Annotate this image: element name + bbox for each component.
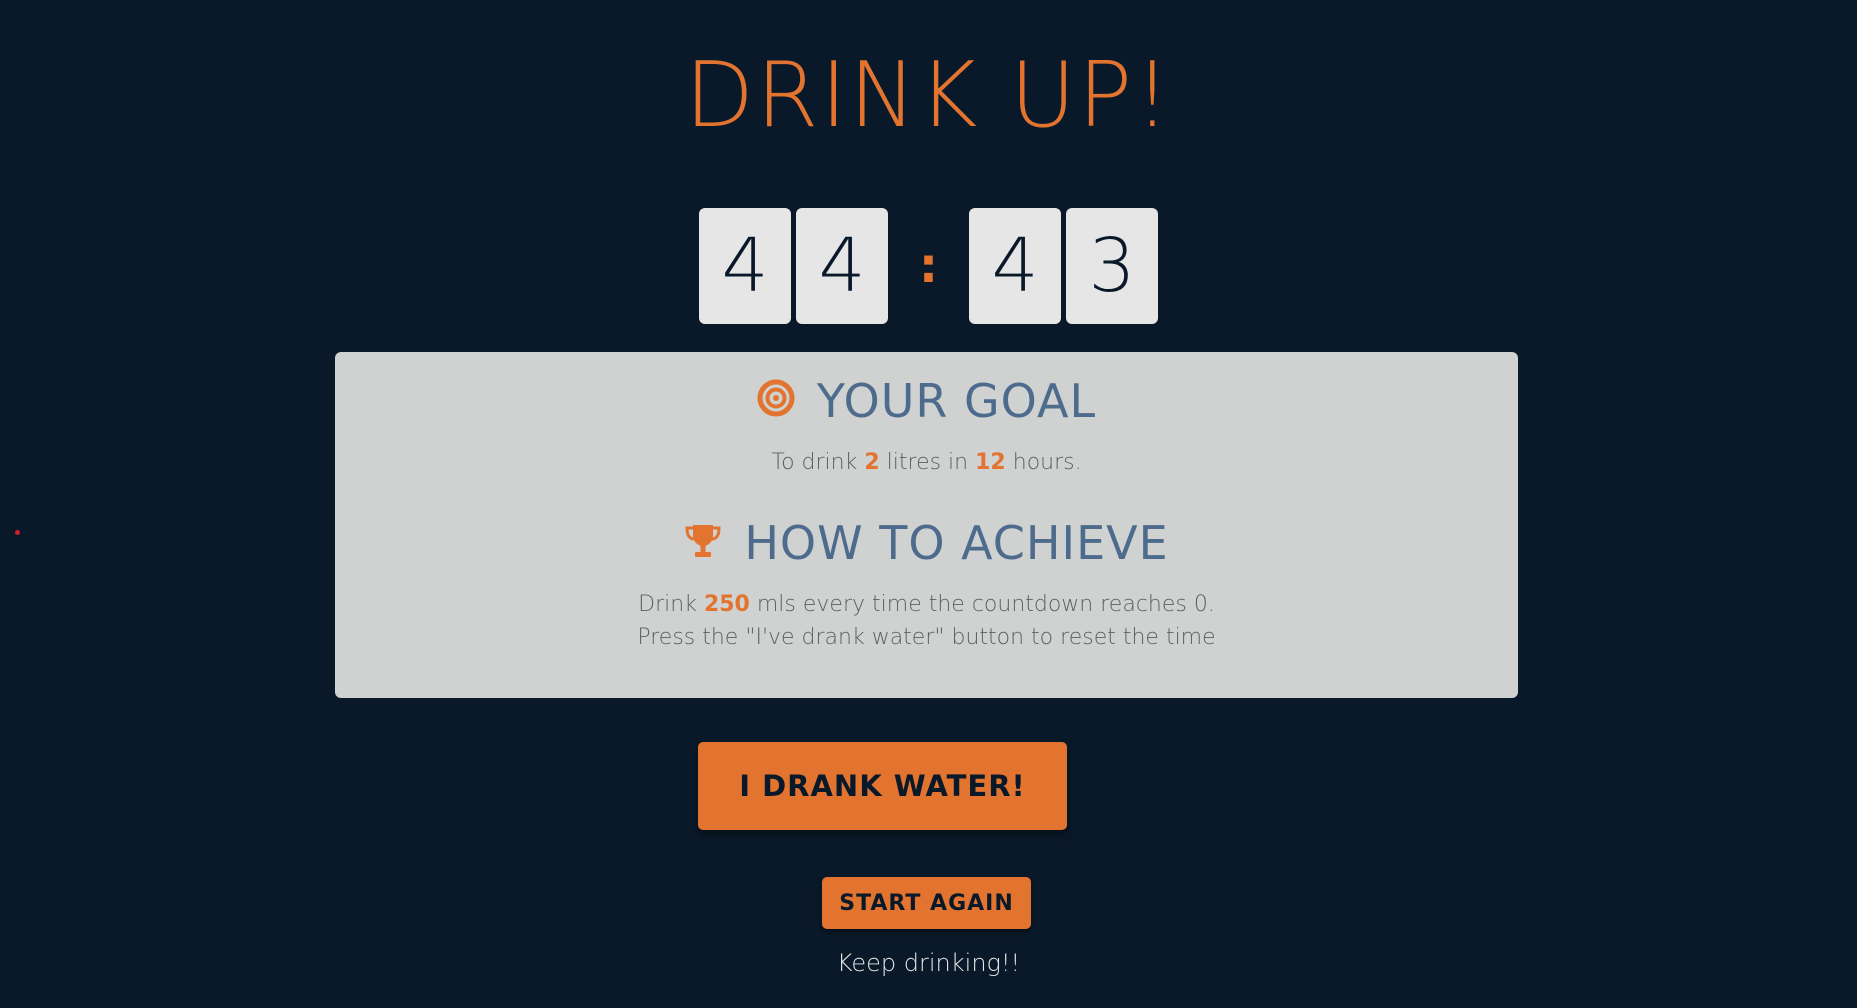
achieve-heading-label: HOW TO ACHIEVE [744,516,1169,570]
achieve-heading: HOW TO ACHIEVE [335,514,1518,572]
goal-text-suffix: hours. [1012,450,1082,475]
countdown-timer: 4 4 : 4 3 [0,208,1857,324]
minutes-ones-digit: 4 [796,208,888,324]
goal-hours-value: 12 [975,450,1006,475]
trophy-icon [684,516,722,570]
goal-heading-label: YOUR GOAL [816,374,1097,428]
seconds-tens-digit: 4 [969,208,1061,324]
achieve-mls-value: 250 [703,592,750,617]
goal-text-mid: litres in [886,450,969,475]
start-again-button[interactable]: START AGAIN [822,877,1031,929]
achieve-line-2: Press the "I've drank water" button to r… [637,625,1216,650]
status-message: Keep drinking!! [836,949,1021,977]
drank-water-button[interactable]: I DRANK WATER! [698,742,1067,830]
cursor-dot [15,530,20,535]
goal-text: To drink 2 litres in 12 hours. [335,446,1518,479]
achieve-line1-suffix: mls every time the countdown reaches 0. [756,592,1215,617]
achieve-text: Drink 250 mls every time the countdown r… [335,588,1518,654]
time-separator: : [918,238,939,294]
goal-heading: YOUR GOAL [335,372,1518,430]
page-title: DRINK UP! [684,43,1173,148]
achieve-line1-prefix: Drink [638,592,697,617]
achieve-line-1: Drink 250 mls every time the countdown r… [335,588,1518,621]
drink-up-page: DRINK UP! 4 4 : 4 3 YOUR GOAL To drink 2… [0,0,1857,1008]
target-icon [757,374,795,428]
goal-card: YOUR GOAL To drink 2 litres in 12 hours.… [335,352,1518,698]
goal-text-prefix: To drink [771,450,858,475]
minutes-tens-digit: 4 [699,208,791,324]
seconds-ones-digit: 3 [1066,208,1158,324]
goal-litres-value: 2 [864,450,880,475]
